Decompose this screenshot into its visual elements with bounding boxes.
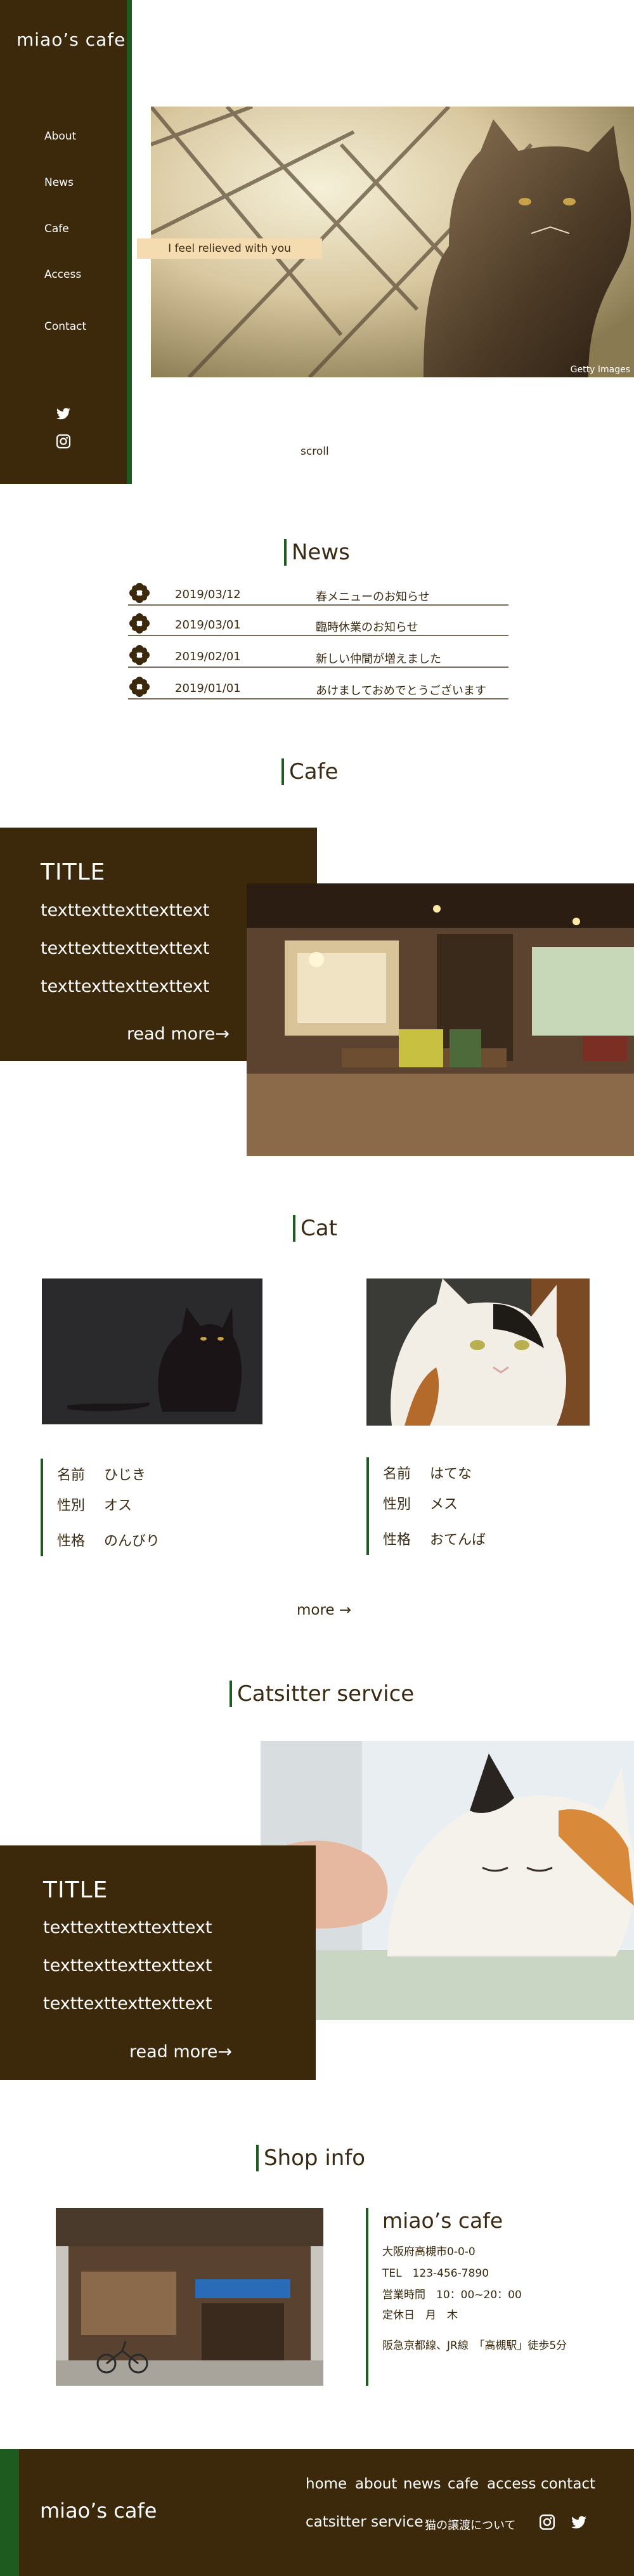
cat-photo-hijiki [42, 1278, 262, 1424]
cat-name-row: 名前 ひじき [57, 1464, 146, 1484]
flower-icon [129, 613, 150, 634]
news-date: 2019/03/12 [175, 588, 241, 601]
cat-name-label: 名前 [383, 1466, 411, 1482]
news-text[interactable]: 春メニューのお知らせ [316, 588, 430, 604]
cat-name: ひじき [104, 1467, 146, 1483]
cat-sex-label: 性別 [383, 1497, 411, 1512]
cat-info-hijiki: 名前 ひじき 性別 オス 性格 のんびり [41, 1459, 231, 1556]
cat-trait: のんびり [104, 1533, 160, 1549]
cat-photo-hatena [366, 1278, 590, 1426]
catsitter-box-title: TITLE [43, 1877, 108, 1903]
news-item[interactable]: 2019/02/01 新しい仲間が増えました [128, 642, 508, 668]
footer-nav-about[interactable]: about [355, 2476, 397, 2492]
news-text[interactable]: あけましておめでとうございます [316, 682, 486, 698]
shop-info-panel: miao’s cafe 大阪府高槻市0-0-0 TEL 123-456-7890… [366, 2208, 619, 2386]
news-text[interactable]: 新しい仲間が増えました [316, 650, 441, 667]
news-item[interactable]: 2019/01/01 あけましておめでとうございます [128, 674, 508, 699]
footer-nav-access[interactable]: access [487, 2476, 536, 2492]
twitter-icon[interactable] [56, 406, 71, 421]
shop-closed-days: 定休日 月 木 [382, 2309, 458, 2322]
cat-more-link[interactable]: more → [297, 1602, 351, 1618]
instagram-icon[interactable] [56, 434, 71, 449]
cat-name-label: 名前 [57, 1467, 86, 1483]
news-date: 2019/03/01 [175, 618, 241, 632]
cafe-box-line: texttexttexttexttext [41, 939, 210, 958]
footer-nav-catsitter[interactable]: catsitter service [306, 2514, 423, 2530]
cat-trait: おてんば [430, 1532, 486, 1548]
footer-nav-news[interactable]: news [403, 2476, 441, 2492]
shop-address: 大阪府高槻市0-0-0 [382, 2246, 476, 2258]
news-item[interactable]: 2019/03/01 臨時休業のお知らせ [128, 611, 508, 636]
footer-logo[interactable]: miao’s cafe [40, 2499, 157, 2523]
nav-access[interactable]: Access [44, 268, 81, 281]
catsitter-read-more-link[interactable]: read more→ [129, 2042, 232, 2062]
nav-about[interactable]: About [44, 130, 76, 143]
twitter-icon[interactable] [571, 2514, 587, 2530]
news-date: 2019/01/01 [175, 682, 241, 695]
cafe-box-line: texttexttexttexttext [41, 901, 210, 920]
instagram-icon[interactable] [539, 2514, 555, 2530]
cafe-box-title: TITLE [41, 859, 106, 885]
nav-news[interactable]: News [44, 176, 74, 189]
scroll-indicator[interactable]: scroll [301, 445, 329, 458]
catsitter-heading: Catsitter service [230, 1681, 414, 1707]
shop-heading: Shop info [256, 2145, 365, 2171]
news-item[interactable]: 2019/03/12 春メニューのお知らせ [128, 580, 508, 606]
cat-trait-row: 性格 おてんば [383, 1528, 486, 1549]
cat-name-row: 名前 はてな [383, 1462, 472, 1483]
cat-name: はてな [430, 1466, 472, 1482]
footer-nav-home[interactable]: home [306, 2476, 347, 2492]
cafe-interior-image [247, 883, 634, 1156]
catsitter-box-line: texttexttexttexttext [43, 1994, 212, 2013]
cat-sex-label: 性別 [57, 1498, 86, 1514]
sidebar: miao’s cafe About News Cafe Access Conta… [0, 0, 132, 484]
news-date: 2019/02/01 [175, 650, 241, 663]
nav-contact[interactable]: Contact [44, 320, 86, 333]
cat-sex-row: 性別 オス [57, 1494, 132, 1514]
flower-icon [129, 645, 150, 665]
cat-sex: オス [104, 1498, 133, 1514]
cat-heading: Cat [293, 1215, 337, 1242]
shop-name: miao’s cafe [382, 2208, 503, 2233]
cafe-read-more-link[interactable]: read more→ [127, 1024, 230, 1044]
cat-trait-label: 性格 [383, 1532, 411, 1548]
cat-sex-row: 性別 メス [383, 1493, 458, 1513]
footer-nav-contact[interactable]: contact [541, 2476, 595, 2492]
shop-exterior-image [56, 2208, 323, 2386]
news-text[interactable]: 臨時休業のお知らせ [316, 618, 418, 635]
site-logo[interactable]: miao’s cafe [16, 29, 126, 50]
catsitter-text-box: TITLE texttexttexttexttext texttexttextt… [0, 1845, 316, 2080]
hero-catchphrase: I feel relieved with you [137, 238, 322, 259]
footer-nav-adoption[interactable]: 猫の譲渡について [425, 2516, 515, 2533]
cafe-box-line: texttexttexttexttext [41, 977, 210, 996]
catsitter-box-line: texttexttexttexttext [43, 1956, 212, 1975]
cat-sex: メス [430, 1497, 458, 1512]
cat-trait-row: 性格 のんびり [57, 1530, 160, 1550]
footer-nav-cafe[interactable]: cafe [448, 2476, 479, 2492]
catsitter-box-line: texttexttexttexttext [43, 1918, 212, 1937]
nav-cafe[interactable]: Cafe [44, 223, 69, 235]
shop-tel[interactable]: TEL 123-456-7890 [382, 2264, 489, 2280]
flower-icon [129, 583, 150, 603]
image-credit: Getty Images [570, 365, 630, 375]
cafe-heading: Cafe [281, 758, 338, 785]
news-heading: News [284, 539, 350, 566]
shop-hours: 営業時間 10：00~20：00 [382, 2289, 522, 2301]
catsitter-image [261, 1741, 634, 2020]
shop-access: 阪急京都線、JR線 「高槻駅」徒歩5分 [382, 2339, 567, 2352]
flower-icon [129, 677, 150, 697]
cat-trait-label: 性格 [57, 1533, 86, 1549]
cat-info-hatena: 名前 はてな 性別 メス 性格 おてんば [366, 1457, 557, 1555]
footer: miao’s cafe home about news cafe access … [0, 2449, 634, 2576]
